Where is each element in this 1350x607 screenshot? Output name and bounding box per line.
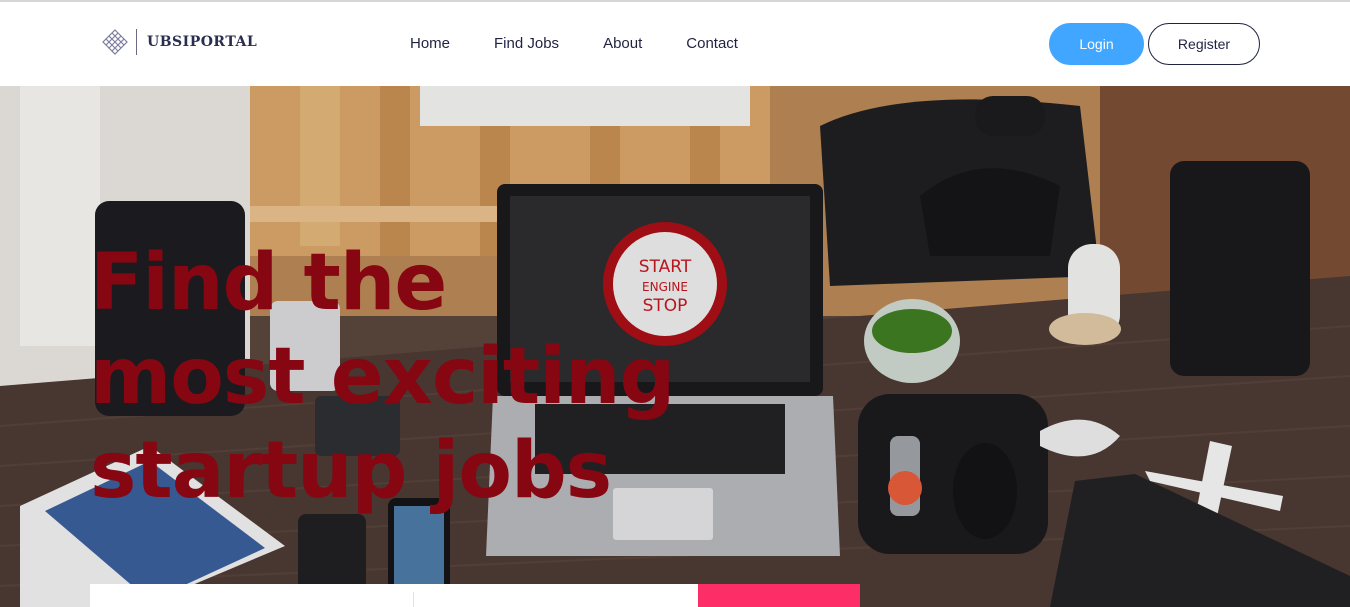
hero-section: START ENGINE STOP Find the most exciting… (0, 86, 1350, 607)
nav-about-link[interactable]: About (603, 35, 642, 52)
logo-diamond-icon (102, 29, 128, 55)
register-button[interactable]: Register (1148, 23, 1260, 65)
find-job-button[interactable] (698, 584, 860, 607)
brand-name: UBSIPORTAL (147, 34, 258, 50)
job-keyword-input[interactable] (90, 584, 412, 607)
nav-find-jobs-link[interactable]: Find Jobs (494, 35, 559, 52)
hero-headline-line-2: most exciting (90, 332, 675, 422)
page: UBSIPORTAL Home Find Jobs About Contact … (0, 0, 1350, 607)
navbar: UBSIPORTAL Home Find Jobs About Contact … (0, 2, 1350, 86)
job-search-bar (90, 584, 860, 607)
hero-headline-line-3: startup jobs (90, 426, 612, 516)
login-button[interactable]: Login (1049, 23, 1144, 65)
hero-headline-line-1: Find the (90, 238, 447, 328)
job-location-input[interactable] (414, 584, 698, 607)
logo-separator (136, 29, 137, 55)
nav-contact-link[interactable]: Contact (686, 35, 738, 52)
hero-headline: Find the most exciting startup jobs (90, 236, 730, 518)
logo[interactable]: UBSIPORTAL (102, 28, 257, 56)
nav-home-link[interactable]: Home (410, 35, 450, 52)
main-nav: Home Find Jobs About Contact (410, 35, 782, 52)
